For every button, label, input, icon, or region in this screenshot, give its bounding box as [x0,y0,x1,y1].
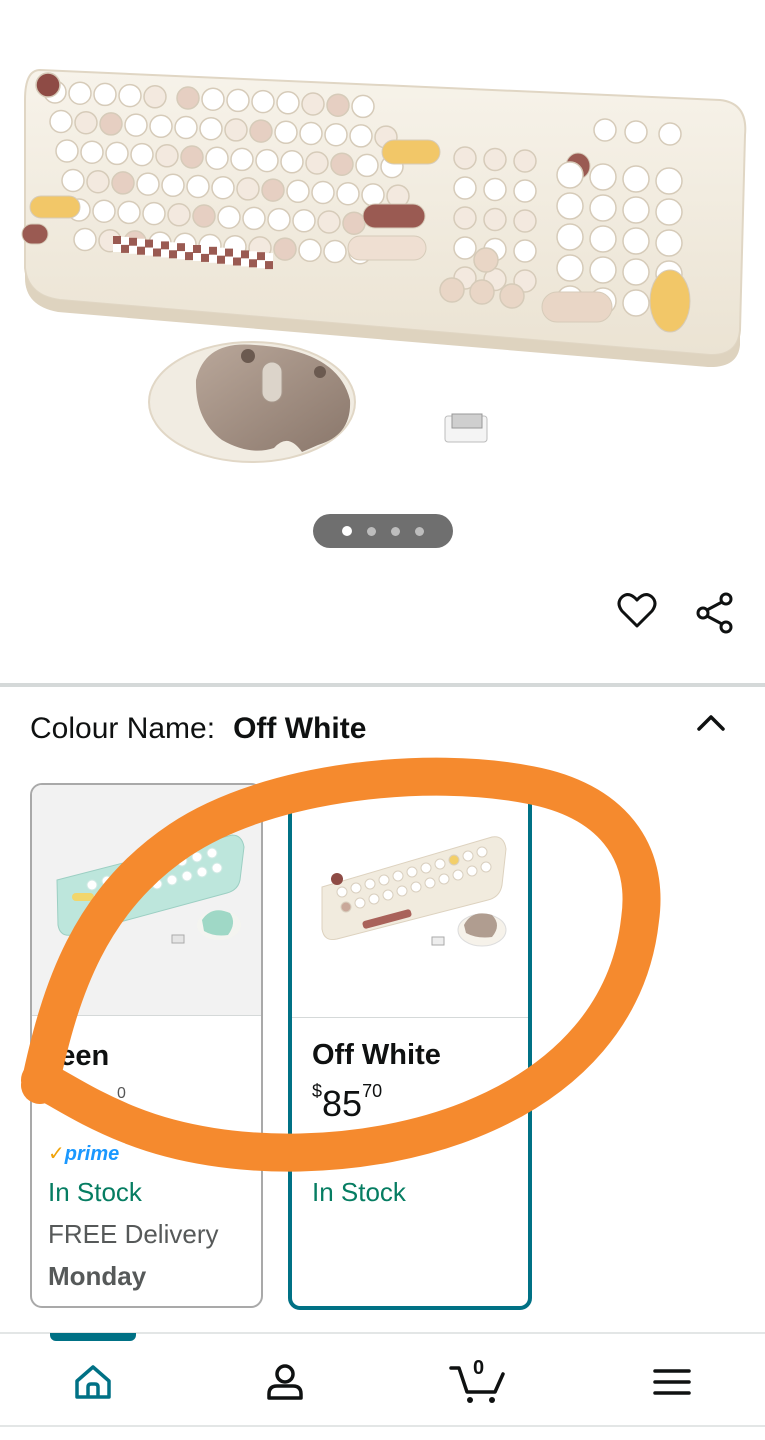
nav-account[interactable] [255,1352,315,1412]
delivery-day: Monday [48,1261,147,1291]
option-name: Off White [312,1039,441,1071]
card-separator [292,1017,528,1018]
nav-home[interactable] [63,1352,123,1412]
carousel-dot[interactable] [415,526,424,536]
heart-icon [617,593,657,628]
active-tab-indicator [50,1333,136,1341]
prime-label: prime [64,1143,120,1165]
colour-option-green[interactable]: reen 0 ✓prime In Stock FREE Delivery Mon… [30,783,263,1308]
wishlist-button[interactable] [612,588,662,634]
share-icon [696,592,733,634]
green-keyboard-image [56,834,245,944]
colour-name-row: Colour Name: Off White [30,712,366,746]
share-button[interactable] [692,590,738,636]
option-price: $8570 [312,1081,383,1125]
carousel-indicator[interactable] [313,514,453,548]
product-image[interactable] [0,0,765,575]
option-thumbnail [292,787,528,1017]
colour-label: Colour Name: [30,712,216,745]
nav-cart[interactable]: 0 [445,1352,509,1412]
option-thumbnail [32,785,261,1015]
option-price: 0 [117,1085,126,1102]
hamburger-icon [653,1369,691,1395]
keyboard-mouse-image [21,68,747,463]
colour-selected-value: Off White [233,712,367,745]
delivery-info: FREE Delivery [48,1219,219,1249]
stock-status: In Stock [48,1177,142,1207]
prime-badge: ✓prime [48,1143,120,1165]
cart-count: 0 [473,1357,485,1379]
person-icon [267,1364,303,1400]
off-white-keyboard-image [321,836,507,947]
bottom-nav-bottom-border [0,1425,765,1427]
nav-menu[interactable] [642,1352,702,1412]
colour-option-off-white[interactable]: Off White $8570 In Stock [288,783,532,1310]
price-symbol: $ [312,1081,323,1101]
home-icon [75,1365,111,1399]
price-whole: 85 [322,1083,363,1124]
chevron-up-icon [697,715,725,731]
carousel-dot[interactable] [342,526,352,536]
carousel-dot[interactable] [391,526,400,536]
collapse-button[interactable] [694,710,728,739]
price-fraction: 70 [362,1081,383,1101]
carousel-dot[interactable] [367,526,376,536]
section-divider [0,683,765,687]
stock-status: In Stock [312,1177,406,1207]
option-name: reen [48,1040,110,1072]
card-separator [32,1015,261,1016]
